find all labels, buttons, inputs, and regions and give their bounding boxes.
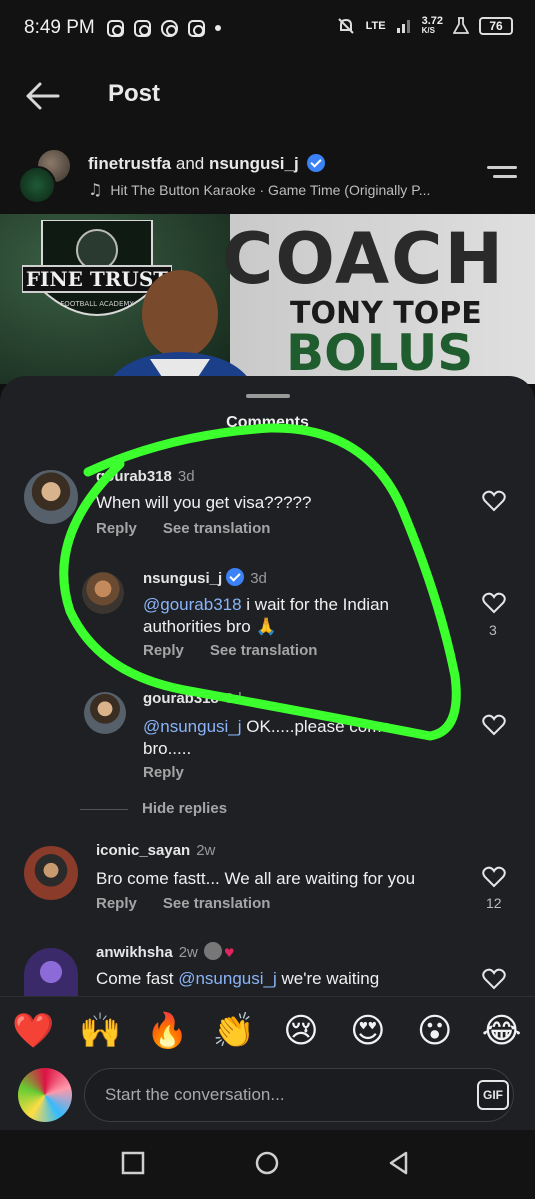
speed-indicator: 3.72 K/S [421,15,443,36]
like-heart-icon[interactable] [482,866,506,888]
like-heart-icon[interactable] [482,968,506,990]
sheet-title: Comments [226,414,309,431]
heart-icon: ♥ [223,946,235,960]
gif-button[interactable]: GIF [477,1080,509,1110]
avatar[interactable] [82,572,124,614]
banner-name-line2: BOLUS [286,324,474,382]
avatar [18,1068,72,1122]
comment-text: Come fast @nsungusi_j we're waiting [96,969,380,988]
flask-icon [453,17,469,34]
author-primary[interactable]: finetrustfa [88,154,171,173]
banner-coach-text: COACH [222,218,506,300]
comment-username[interactable]: iconic_sayan 2w [96,842,215,859]
comment-username[interactable]: gourab318 3d [143,690,242,707]
avatar[interactable] [24,846,78,900]
avatar[interactable] [84,692,126,734]
emoji-cry-button[interactable]: 😢 [277,1011,325,1051]
comment-text: When will you get visa????? [96,493,312,512]
music-note-icon: ♫ [88,180,103,199]
comment-input[interactable]: Start the conversation... [84,1068,514,1122]
like-heart-icon[interactable] [482,490,506,512]
status-right: LTE 3.72 K/S 76 [336,16,513,36]
page-title: Post [108,80,161,107]
reply-button[interactable]: Reply [96,520,137,537]
instagram-notification-icon [187,19,205,37]
divider [80,808,128,810]
see-translation-button[interactable]: See translation [210,642,318,659]
emoji-fire-button[interactable]: 🔥 [143,1011,191,1051]
emoji-raised-hands-button[interactable]: 🙌 [76,1011,124,1051]
author-secondary[interactable]: nsungusi_j [209,154,299,173]
status-bar: 8:49 PM LTE 3.72 K/S 76 [0,0,535,56]
see-translation-button[interactable]: See translation [163,895,271,912]
reply-button[interactable]: Reply [143,642,184,659]
comment-text: Bro come fastt... We all are waiting for… [96,869,416,888]
reply-button[interactable]: Reply [96,895,137,912]
avatar [203,942,222,960]
post-menu-icon[interactable] [487,166,517,186]
author-joiner: and [175,154,205,173]
system-nav-bar [0,1130,535,1199]
emoji-surprised-button[interactable]: 😮 [411,1011,459,1051]
instagram-notification-icon [133,19,151,37]
back-triangle-icon[interactable] [386,1150,412,1176]
like-heart-icon[interactable] [482,592,506,614]
instagram-notification-icon [106,19,124,37]
author-avatars[interactable] [18,148,74,204]
like-count: 3 [489,622,497,638]
more-notifications-dot-icon [214,25,221,31]
music-title: Hit The Button Karaoke · Game Time (Orig… [110,182,431,198]
network-label: LTE [365,20,386,32]
comment-username[interactable]: nsungusi_j 3d [143,568,267,587]
signal-icon [396,20,410,33]
see-translation-button[interactable]: See translation [163,520,271,537]
comment-actions: Reply See translation [96,520,296,537]
emoji-laugh-button[interactable]: 😂 [478,1011,526,1051]
like-heart-icon[interactable] [482,714,506,736]
comment-username[interactable]: anwikhsha 2w ♥ [96,942,235,961]
recents-square-icon[interactable] [120,1150,146,1176]
post-author-row: finetrustfa and nsungusi_j ♫ Hit The Butt… [0,136,535,214]
hide-replies-button[interactable]: Hide replies [80,800,227,817]
sheet-drag-handle[interactable] [246,394,290,398]
avatar[interactable] [24,470,78,524]
verified-badge-icon [307,154,326,172]
mention-link[interactable]: @gourab318 [143,595,242,614]
like-count: 12 [486,895,502,911]
comment-actions: Reply See translation [96,895,296,912]
post-media[interactable]: FINE TRUST FOOTBALL ACADEMY COACH TONY T… [0,214,535,384]
notification-icons [106,19,221,37]
emoji-heart-eyes-button[interactable]: 😍 [344,1011,392,1051]
home-circle-icon[interactable] [254,1150,280,1176]
author-names[interactable]: finetrustfa and nsungusi_j [88,154,326,174]
verified-badge-icon [226,568,245,586]
avatar [18,166,56,204]
comment-text: @gourab318 i wait for the Indian authori… [143,595,389,636]
comment-username[interactable]: gourab318 3d [96,468,195,485]
avatar[interactable] [24,948,78,996]
comment-actions: Reply See translation [143,642,343,659]
emoji-heart-button[interactable]: ❤️ [9,1011,57,1051]
mute-icon [337,18,354,34]
emoji-clap-button[interactable]: 👏 [210,1011,258,1051]
battery-icon: 76 [479,17,513,35]
music-line[interactable]: ♫ Hit The Button Karaoke · Game Time (Ori… [88,180,430,199]
quick-reaction-bar: ❤️ 🙌 🔥 👏 😢 😍 😮 😂 [0,996,535,1064]
mention-link[interactable]: @nsungusi_j [143,717,242,736]
game-controller-icon [160,19,178,37]
reply-button[interactable]: Reply [143,764,184,781]
comment-composer: Start the conversation... GIF [0,1064,535,1130]
status-time: 8:49 PM [24,17,95,38]
back-arrow-icon[interactable] [24,80,60,112]
app-header: Post [0,56,535,136]
comment-text: @nsungusi_j OK.....please come bro..... [143,717,391,758]
mention-link[interactable]: @nsungusi_j [178,969,277,988]
comment-actions: Reply [143,764,210,781]
